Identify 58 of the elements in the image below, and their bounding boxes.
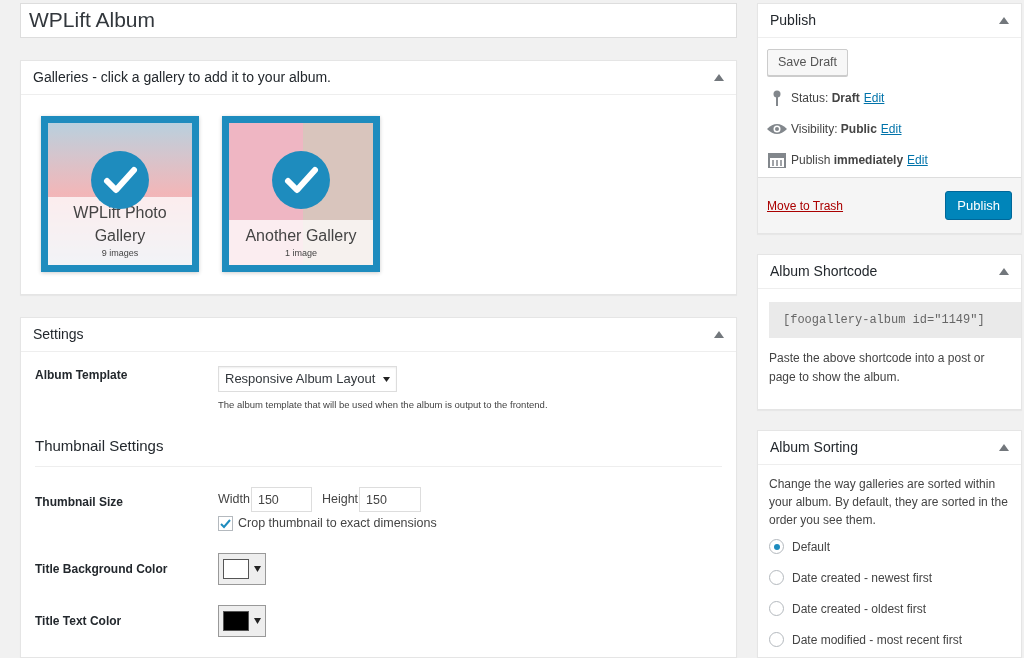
gallery-title: WPLift Photo Gallery [72, 203, 168, 246]
color-picker[interactable] [218, 553, 266, 585]
option-label[interactable]: Date created - newest first [792, 568, 933, 587]
collapse-arrow-icon[interactable] [999, 17, 1009, 24]
panel-title: Settings [33, 325, 84, 344]
radio-button[interactable] [769, 601, 784, 616]
width-label: Width [218, 491, 250, 509]
edit-link[interactable]: Edit [863, 88, 885, 107]
setting-label: Title Background Color [35, 561, 169, 578]
collapse-arrow-icon[interactable] [714, 73, 724, 81]
panel-title: Publish [770, 11, 816, 30]
gallery-card[interactable]: Another Gallery 1 image [222, 115, 380, 272]
publish-meta: Visibility: Public [791, 120, 877, 138]
checkbox[interactable] [218, 516, 233, 532]
setting-label: Thumbnail Size [35, 494, 124, 512]
title-input[interactable]: WPLift Album [20, 3, 737, 38]
help-text: Change the way galleries are sorted within your album. By default, they are sorted in the order you see them. [769, 476, 1009, 529]
dropdown-arrow-icon [254, 618, 261, 624]
checkmark-icon [220, 518, 231, 529]
collapse-arrow-icon[interactable] [999, 444, 1009, 451]
option-label[interactable]: Date modified - most recent first [792, 630, 963, 649]
dropdown-arrow-icon [383, 376, 391, 382]
option-label[interactable]: Date created - oldest first [792, 599, 927, 618]
radio-button[interactable] [769, 570, 784, 585]
save-draft-button[interactable]: Save Draft [767, 49, 849, 76]
gallery-count: 1 image [285, 247, 317, 260]
help-text: Paste the above shortcode into a post or page to show the album. [769, 350, 986, 386]
section-heading: Thumbnail Settings [35, 437, 164, 455]
help-text: The album template that will be used when the album is output to the frontend. [218, 398, 548, 412]
gallery-count: 9 images [101, 247, 139, 260]
edit-link[interactable]: Edit [907, 150, 928, 169]
width-input[interactable]: 150 [250, 487, 312, 513]
dropdown-arrow-icon [254, 566, 261, 572]
gallery-title: Another Gallery [244, 226, 358, 246]
checkbox-label: Crop thumbnail to exact dimensions [238, 515, 437, 533]
collapse-arrow-icon[interactable] [999, 268, 1009, 275]
calendar-icon [767, 151, 787, 168]
panel-title: Galleries - click a gallery to add it to your album. [33, 67, 331, 87]
color-picker[interactable] [218, 605, 266, 637]
panel-title: Album Sorting [770, 438, 858, 457]
radio-button[interactable] [769, 539, 784, 554]
publish-meta: Publish immediately [791, 151, 904, 169]
setting-label: Album Template [35, 367, 129, 384]
option-label[interactable]: Default [792, 537, 831, 556]
edit-link[interactable]: Edit [880, 119, 902, 138]
setting-label: Title Text Color [35, 613, 123, 630]
gallery-card[interactable]: WPLift Photo Gallery 9 images [41, 115, 199, 272]
collapse-arrow-icon[interactable] [714, 331, 724, 338]
publish-button[interactable]: Publish [945, 191, 1012, 220]
template-select[interactable]: Responsive Album Layout [218, 366, 398, 392]
move-to-trash-link[interactable]: Move to Trash [767, 196, 844, 215]
shortcode-text: [foogallery-album id="1149"] [769, 302, 1021, 338]
publish-meta: Status: Draft [791, 89, 860, 107]
eye-icon [767, 122, 787, 135]
height-input[interactable]: 150 [359, 487, 422, 513]
panel-title: Album Shortcode [770, 262, 878, 281]
radio-button[interactable] [769, 632, 784, 647]
height-label: Height [321, 491, 359, 509]
